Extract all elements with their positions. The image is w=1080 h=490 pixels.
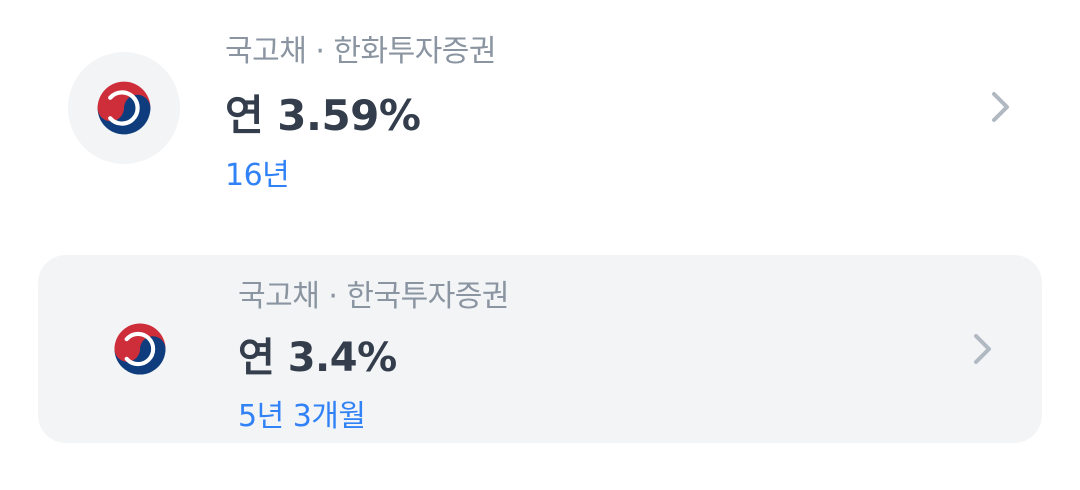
korea-government-emblem-icon bbox=[114, 323, 166, 375]
bond-logo bbox=[68, 52, 180, 164]
korea-government-emblem-icon bbox=[97, 81, 151, 135]
bond-issuer-label: 국고채 · 한국투자증권 bbox=[238, 279, 510, 314]
bond-logo bbox=[98, 307, 182, 391]
bond-issuer-label: 국고채 · 한화투자증권 bbox=[225, 34, 497, 69]
bond-item-koreainvestment[interactable]: 국고채 · 한국투자증권 연 3.4% 5년 3개월 bbox=[38, 255, 1042, 443]
bond-rate: 연 3.59% bbox=[225, 91, 421, 140]
bond-item-hanwha[interactable]: 국고채 · 한화투자증권 연 3.59% 16년 bbox=[38, 12, 1042, 202]
bond-term: 16년 bbox=[225, 158, 290, 193]
bond-rate: 연 3.4% bbox=[238, 335, 397, 381]
chevron-right-icon[interactable] bbox=[963, 329, 1003, 369]
chevron-right-icon[interactable] bbox=[981, 87, 1021, 127]
bond-term: 5년 3개월 bbox=[238, 399, 366, 434]
